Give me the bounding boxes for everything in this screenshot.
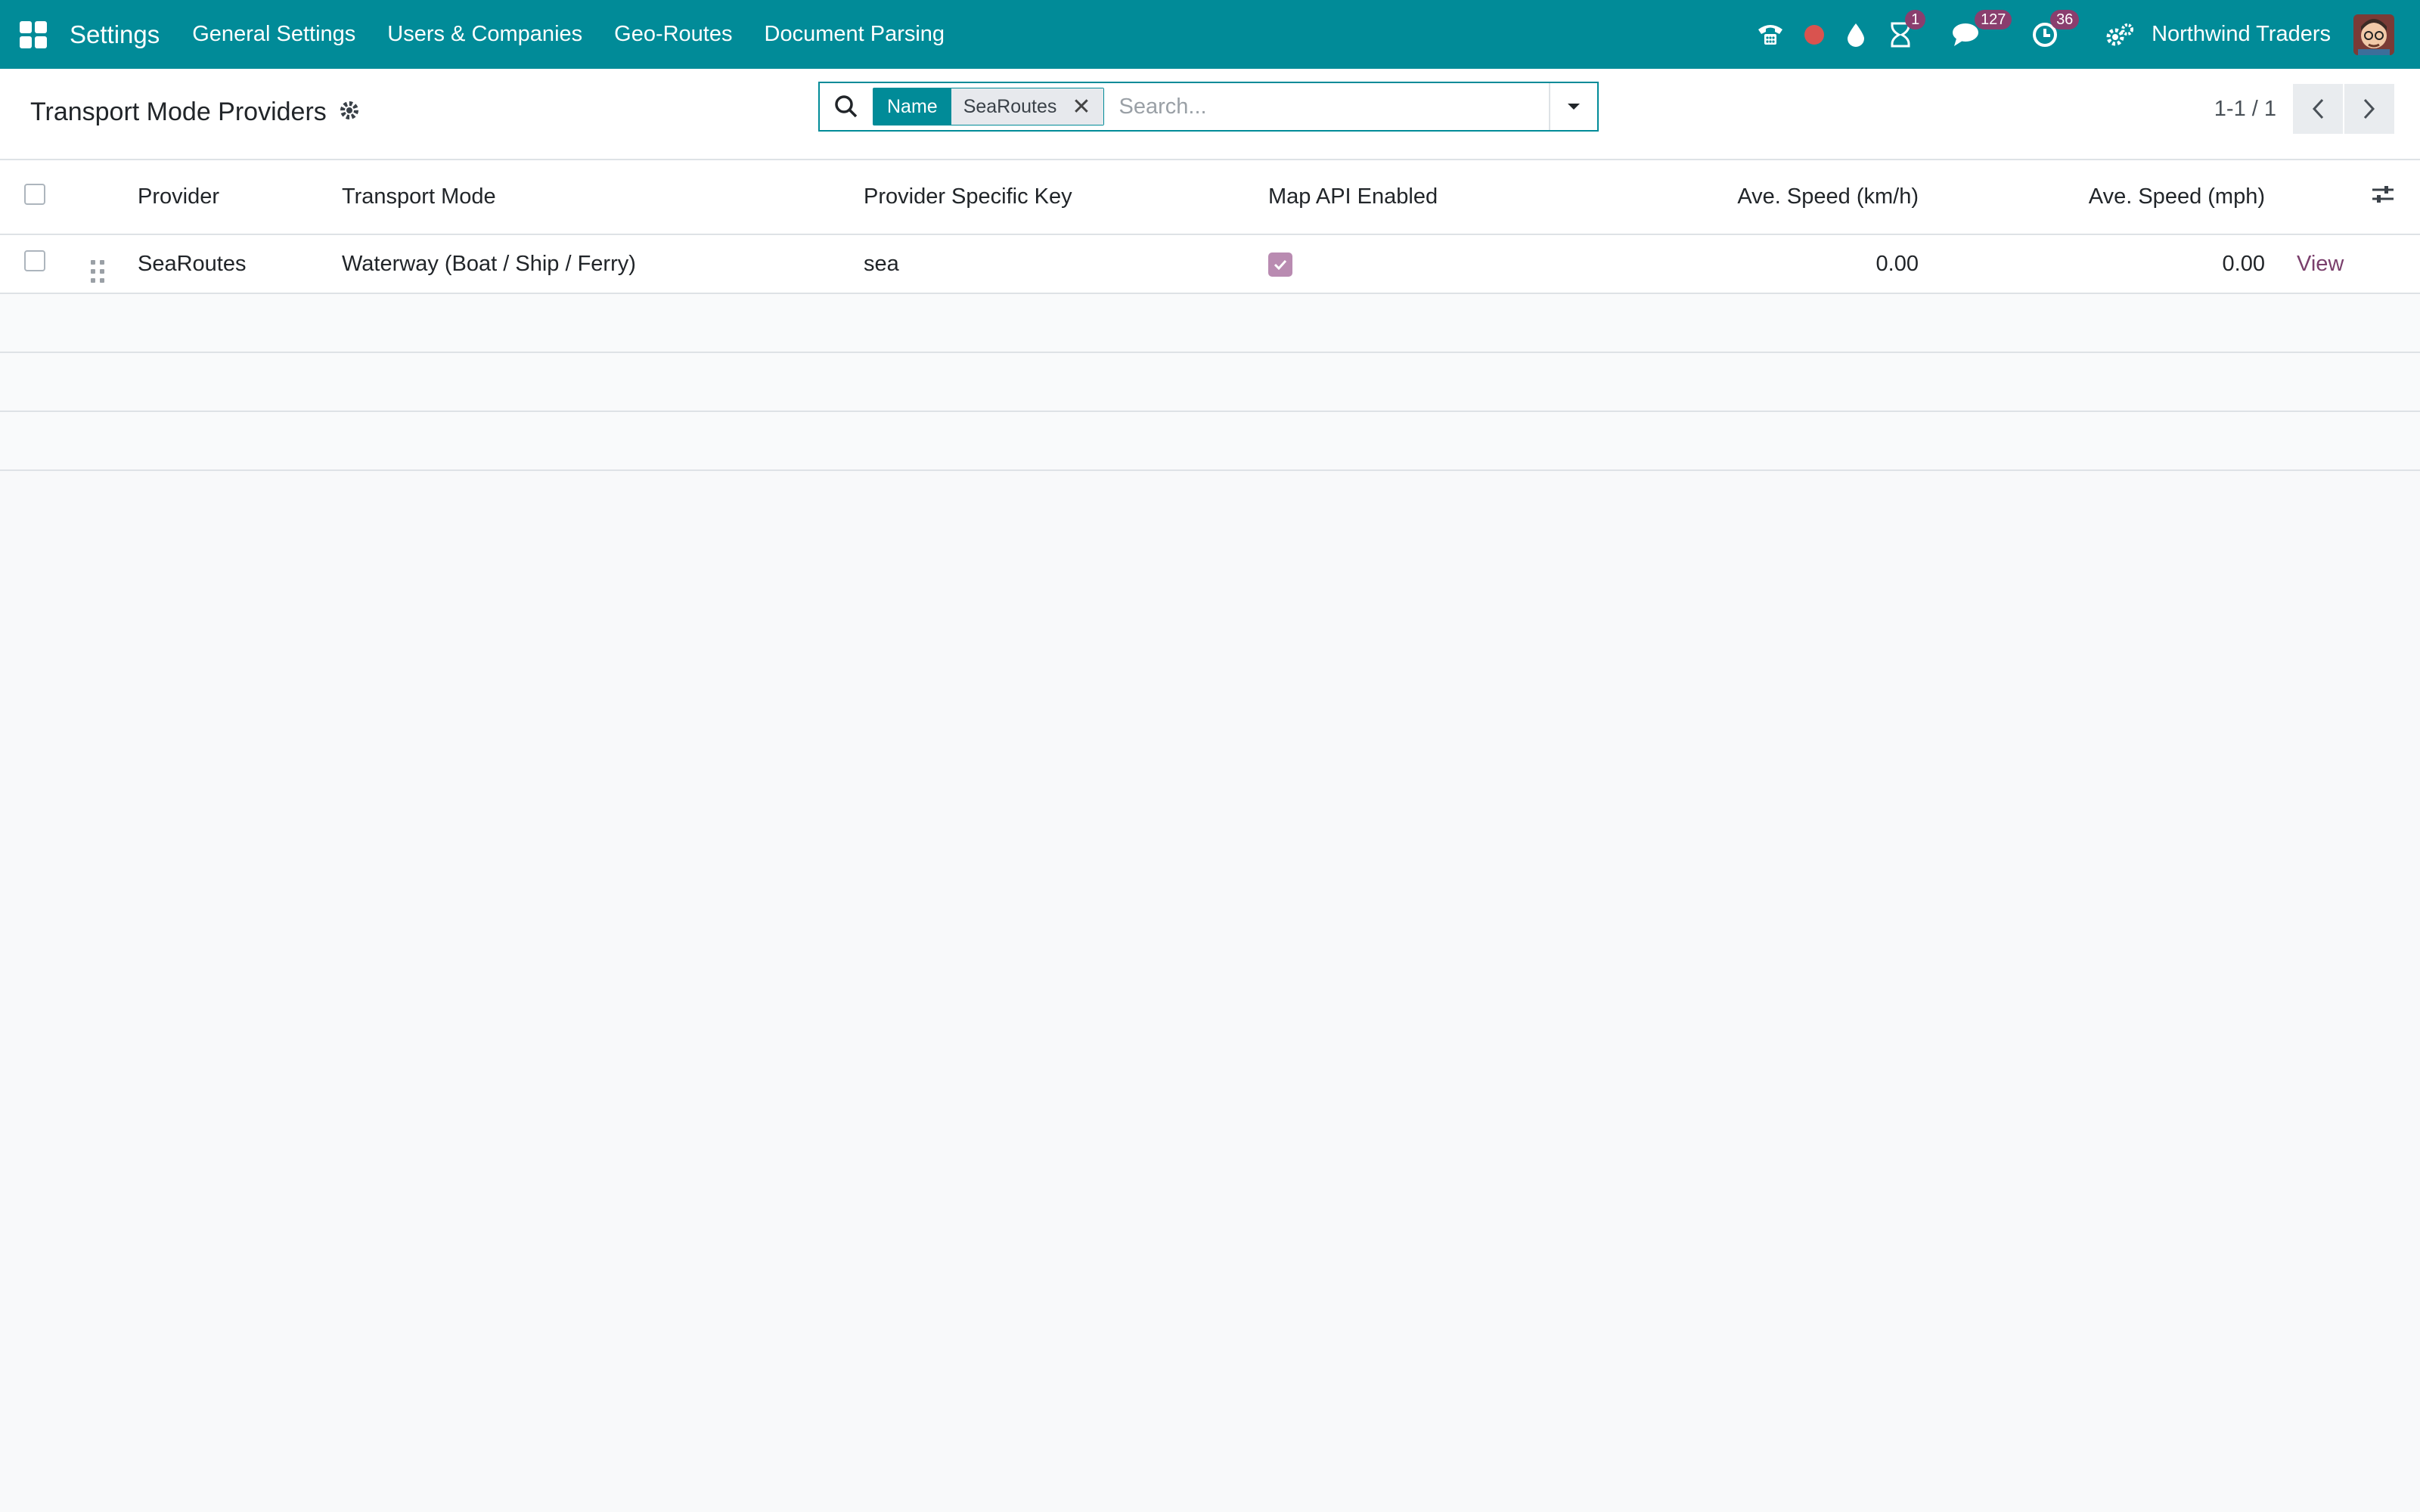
pager: 1-1 / 1 [2214,84,2394,134]
phone-icon[interactable] [1755,22,1786,48]
select-all-checkbox[interactable] [24,183,45,205]
page-title: Transport Mode Providers [30,98,327,126]
empty-row [0,352,2420,411]
col-speed-mph[interactable]: Ave. Speed (mph) [1919,160,2265,234]
cell-speed-mph: 0.00 [2222,251,2265,276]
col-transport-mode[interactable]: Transport Mode [342,160,864,234]
systray: 1 127 36 Northwind Traders [1730,0,2394,69]
search-input[interactable] [1117,93,1549,120]
columns-settings-icon[interactable] [2371,160,2420,234]
check-icon [1274,259,1287,270]
cell-speed-kmh: 0.00 [1876,251,1919,276]
chevron-left-icon[interactable] [2293,84,2343,134]
drop-icon[interactable] [1846,22,1866,48]
cell-transport-mode: Waterway (Boat / Ship / Ferry) [342,251,636,276]
facet-value: SeaRoutes ✕ [951,88,1103,125]
messages-icon[interactable]: 127 [1952,9,2012,48]
col-provider-key[interactable]: Provider Specific Key [864,160,1268,234]
providers-table: Provider Transport Mode Provider Specifi… [0,160,2420,471]
cell-provider-key: sea [864,251,899,276]
table-header: Provider Transport Mode Provider Specifi… [0,160,2420,234]
clock-badge: 36 [2050,9,2080,29]
app-name[interactable]: Settings [70,20,160,49]
top-menu: General Settings Users & Companies Geo-R… [176,22,960,47]
menu-users-companies[interactable]: Users & Companies [371,22,598,47]
messages-badge: 127 [1975,9,2012,29]
facet-value-text: SeaRoutes [963,95,1057,117]
cell-provider: SeaRoutes [138,251,247,276]
search-facet: Name SeaRoutes ✕ [873,88,1104,125]
row-checkbox[interactable] [24,250,45,271]
settings-icon[interactable] [2105,22,2135,48]
control-panel: Transport Mode Providers Name SeaRoutes … [0,69,2420,160]
breadcrumb: Transport Mode Providers [30,98,360,127]
gear-icon[interactable] [339,100,360,125]
record-icon[interactable] [1804,24,1825,45]
empty-row [0,293,2420,352]
activity-icon[interactable]: 1 [1890,9,1926,48]
drag-handle-icon[interactable] [91,259,104,283]
clock-icon[interactable]: 36 [2032,9,2080,48]
col-speed-kmh[interactable]: Ave. Speed (km/h) [1540,160,1919,234]
pager-value[interactable]: 1-1 / 1 [2214,97,2276,122]
empty-row [0,411,2420,470]
avatar[interactable] [2353,14,2394,55]
chevron-right-icon[interactable] [2344,84,2394,134]
top-navbar: Settings General Settings Users & Compan… [0,0,2420,69]
activity-badge: 1 [1905,9,1926,29]
search-icon[interactable] [820,94,873,119]
menu-geo-routes[interactable]: Geo-Routes [598,22,748,47]
col-map-api[interactable]: Map API Enabled [1268,160,1540,234]
table-row[interactable]: SeaRoutes Waterway (Boat / Ship / Ferry)… [0,234,2420,293]
caret-down-icon[interactable] [1549,83,1597,130]
close-icon[interactable]: ✕ [1072,94,1091,120]
apps-icon[interactable] [20,20,47,48]
menu-general-settings[interactable]: General Settings [176,22,371,47]
view-button[interactable]: View [2297,252,2344,276]
menu-document-parsing[interactable]: Document Parsing [749,22,961,47]
facet-label: Name [873,88,951,125]
map-api-enabled-checkbox[interactable] [1268,253,1292,277]
search-bar: Name SeaRoutes ✕ [818,82,1599,132]
company-name[interactable]: Northwind Traders [2152,22,2331,47]
col-provider[interactable]: Provider [138,160,342,234]
